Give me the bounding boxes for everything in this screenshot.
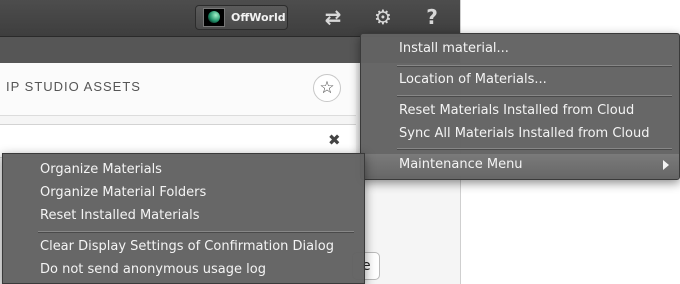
menu-item-organize-material-folders[interactable]: Organize Material Folders <box>3 182 364 204</box>
material-menu: Install material... Location of Material… <box>360 33 680 180</box>
menu-item-maintenance-label: Maintenance Menu <box>399 157 523 172</box>
scene-thumbnail-icon <box>203 8 225 27</box>
menu-separator <box>397 95 672 97</box>
menu-item-sync-materials-cloud[interactable]: Sync All Materials Installed from Cloud <box>361 123 679 145</box>
section-title: IP STUDIO ASSETS <box>6 79 141 94</box>
scene-button[interactable]: OffWorld <box>195 5 288 30</box>
menu-item-reset-installed-materials[interactable]: Reset Installed Materials <box>3 205 364 227</box>
menu-separator <box>397 148 672 150</box>
menu-item-location-of-materials[interactable]: Location of Materials... <box>361 69 679 91</box>
menu-item-maintenance[interactable]: Maintenance Menu <box>361 154 679 176</box>
submenu-arrow-icon <box>663 160 669 170</box>
menu-separator <box>38 231 354 233</box>
maintenance-submenu: Organize Materials Organize Material Fol… <box>2 153 365 284</box>
favorite-star-icon[interactable]: ☆ <box>313 74 341 102</box>
swap-arrows-icon[interactable]: ⇄ <box>320 6 346 28</box>
clear-search-icon[interactable]: ✖ <box>328 131 341 149</box>
menu-item-no-usage-log[interactable]: Do not send anonymous usage log <box>3 259 364 281</box>
menu-item-clear-display-settings[interactable]: Clear Display Settings of Confirmation D… <box>3 236 364 258</box>
menu-item-reset-materials-cloud[interactable]: Reset Materials Installed from Cloud <box>361 100 679 122</box>
menu-separator <box>397 65 672 67</box>
menu-item-install-material[interactable]: Install material... <box>361 38 679 60</box>
help-icon[interactable]: ? <box>419 6 445 28</box>
scene-label: OffWorld <box>231 11 286 24</box>
menu-item-organize-materials[interactable]: Organize Materials <box>3 159 364 181</box>
gear-icon[interactable]: ⚙ <box>370 6 396 28</box>
